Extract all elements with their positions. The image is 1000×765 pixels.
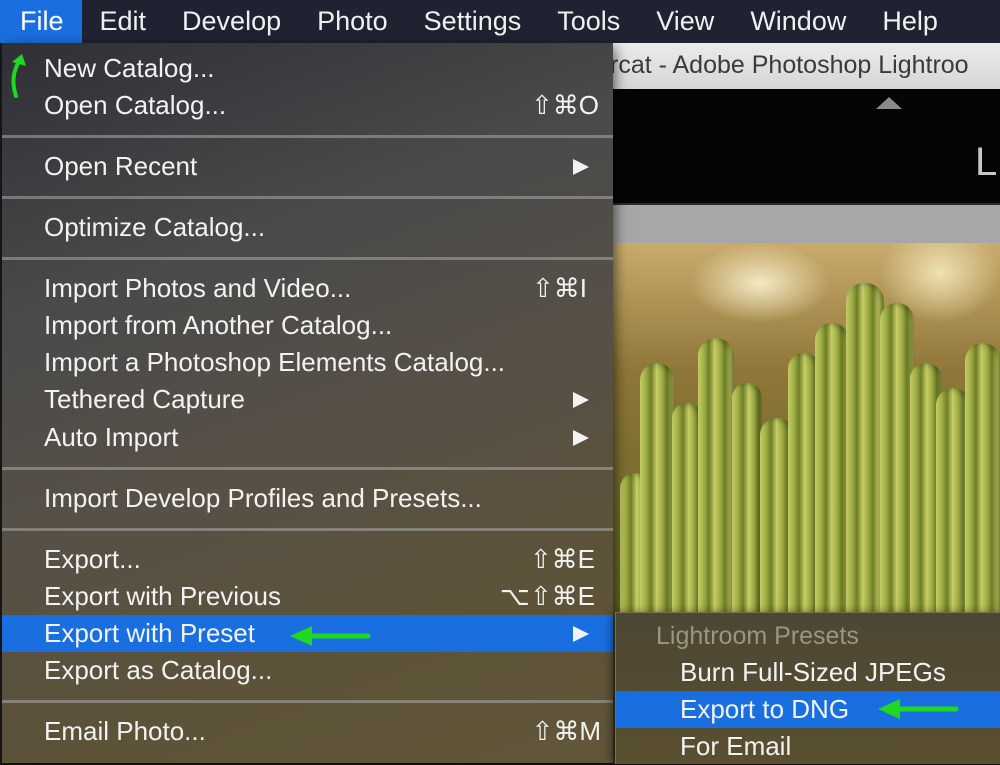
menu-item-optimize-catalog[interactable]: Optimize Catalog...: [2, 209, 613, 246]
menu-item-label: Optimize Catalog...: [44, 212, 266, 242]
menu-item-label: Tethered Capture: [44, 384, 245, 414]
shortcut-label: ⇧⌘I: [531, 273, 587, 303]
menu-item-label: Export as Catalog...: [44, 655, 273, 685]
menu-item-label: Export with Preset: [44, 618, 255, 648]
menu-item-open-catalog[interactable]: Open Catalog... ⇧⌘O: [2, 87, 613, 124]
menu-item-label: Auto Import: [44, 422, 179, 452]
submenu-item-label: Export to DNG: [680, 694, 850, 724]
app-top-panel: [610, 89, 1000, 203]
shortcut-label: ⇧⌘E: [529, 544, 595, 574]
menu-edit[interactable]: Edit: [82, 0, 165, 43]
menu-tools[interactable]: Tools: [539, 0, 638, 43]
menu-item-open-recent[interactable]: Open Recent: [2, 148, 613, 185]
menu-separator: [2, 257, 613, 260]
submenu-item-label: For Email: [680, 731, 792, 761]
menu-item-label: Import a Photoshop Elements Catalog...: [44, 347, 506, 377]
export-preset-submenu: Lightroom Presets Burn Full-Sized JPEGs …: [615, 612, 1000, 764]
submenu-arrow-icon: [573, 626, 589, 642]
collapse-panel-icon[interactable]: [876, 97, 902, 109]
menu-file[interactable]: File: [0, 0, 82, 43]
submenu-arrow-icon: [573, 430, 589, 446]
menu-item-label: Open Recent: [44, 151, 198, 181]
menu-separator: [2, 528, 613, 531]
menu-separator: [2, 467, 613, 470]
menu-separator: [2, 700, 613, 703]
menu-item-import-another-catalog[interactable]: Import from Another Catalog...: [2, 307, 613, 344]
menu-item-import-elements-catalog[interactable]: Import a Photoshop Elements Catalog...: [2, 344, 613, 381]
menu-item-label: Import Photos and Video...: [44, 273, 352, 303]
menu-item-export[interactable]: Export... ⇧⌘E: [2, 541, 613, 578]
menu-item-label: New Catalog...: [44, 53, 215, 83]
menu-bar: File Edit Develop Photo Settings Tools V…: [0, 0, 1000, 43]
menu-item-label: Open Catalog...: [44, 90, 227, 120]
submenu-arrow-icon: [573, 392, 589, 408]
menu-item-import-photos[interactable]: Import Photos and Video... ⇧⌘I: [2, 270, 613, 307]
menu-develop[interactable]: Develop: [164, 0, 299, 43]
menu-settings[interactable]: Settings: [406, 0, 540, 43]
app-toolbar-strip: [610, 203, 1000, 245]
menu-item-new-catalog[interactable]: New Catalog...: [2, 50, 613, 87]
menu-photo[interactable]: Photo: [299, 0, 406, 43]
submenu-item-for-email[interactable]: For Email: [616, 728, 1000, 765]
menu-item-export-with-previous[interactable]: Export with Previous ⌥⇧⌘E: [2, 578, 613, 615]
menu-item-label: Import Develop Profiles and Presets...: [44, 483, 482, 513]
submenu-item-burn-jpegs[interactable]: Burn Full-Sized JPEGs: [616, 654, 1000, 691]
shortcut-label: ⇧⌘M: [531, 716, 601, 746]
menu-item-label: Import from Another Catalog...: [44, 310, 393, 340]
annotation-arrow-left-icon: [290, 626, 371, 646]
menu-item-tethered-capture[interactable]: Tethered Capture: [2, 381, 613, 418]
menu-item-label: Export with Previous: [44, 581, 281, 611]
app-title-bar: rcat - Adobe Photoshop Lightroo: [610, 43, 1000, 90]
menu-item-label: Email Photo...: [44, 716, 206, 746]
shortcut-label: ⌥⇧⌘E: [499, 581, 595, 611]
window-title: rcat - Adobe Photoshop Lightroo: [610, 51, 969, 79]
annotation-arrow-up-icon: [11, 54, 26, 98]
menu-separator: [2, 196, 613, 199]
menu-help[interactable]: Help: [864, 0, 956, 43]
menu-item-export-as-catalog[interactable]: Export as Catalog...: [2, 652, 613, 689]
menu-item-label: Export...: [44, 544, 141, 574]
menu-view[interactable]: View: [638, 0, 732, 43]
menu-separator: [2, 135, 613, 138]
shortcut-label: ⇧⌘O: [530, 90, 599, 120]
annotation-arrow-left-icon: [878, 699, 959, 719]
submenu-header: Lightroom Presets: [656, 622, 859, 650]
menu-window[interactable]: Window: [732, 0, 864, 43]
menu-item-email-photo[interactable]: Email Photo... ⇧⌘M: [2, 713, 613, 750]
module-picker-label[interactable]: L: [975, 140, 997, 185]
menu-item-import-profiles[interactable]: Import Develop Profiles and Presets...: [2, 480, 613, 517]
menu-item-auto-import[interactable]: Auto Import: [2, 419, 613, 456]
submenu-item-label: Burn Full-Sized JPEGs: [680, 657, 946, 687]
submenu-arrow-icon: [573, 159, 589, 175]
file-menu-dropdown: New Catalog... Open Catalog... ⇧⌘O Open …: [2, 43, 613, 763]
